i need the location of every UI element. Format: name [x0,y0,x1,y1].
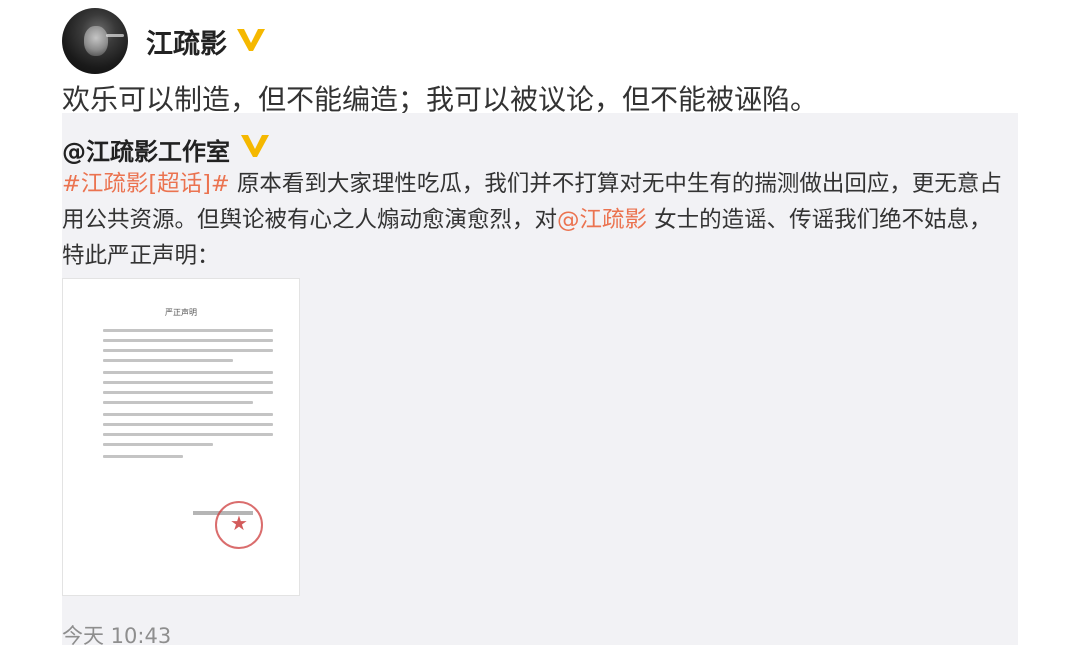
doc-text-line [103,381,273,384]
avatar-face [84,26,108,56]
avatar-highlight [106,34,124,37]
repost-author-name[interactable]: @江疏影工作室 [62,132,230,167]
post-text: 欢乐可以制造，但不能编造；我可以被议论，但不能被诬陷。 [62,83,819,116]
doc-text-line [103,391,273,394]
doc-text-line [103,329,273,332]
doc-text-line [103,359,233,362]
verified-v-icon [241,135,269,157]
doc-text-line [103,413,273,416]
doc-text-line [103,371,273,374]
repost-text: #江疏影[超话]# 原本看到大家理性吃瓜，我们并不打算对无中生有的揣测做出回应，… [62,166,1006,274]
super-topic-tag-link[interactable]: #江疏影[超话]# [62,171,230,197]
seal-star-icon: ★ [230,511,248,535]
doc-title: 严正声明 [165,308,197,317]
doc-text-line [103,455,183,458]
doc-text-line [103,423,273,426]
mention-link[interactable]: @江疏影 [557,207,647,233]
doc-text-line [103,339,273,342]
author-avatar[interactable] [62,8,128,74]
doc-text-line [103,349,273,352]
post-author-name[interactable]: 江疏影 [146,22,227,61]
statement-image-thumbnail[interactable]: 严正声明 ★ [62,278,300,596]
verified-v-icon [237,29,265,51]
doc-text-line [103,401,253,404]
doc-text-line [103,443,213,446]
doc-text-line [103,433,273,436]
post-timestamp[interactable]: 今天 10:43 [62,620,171,650]
